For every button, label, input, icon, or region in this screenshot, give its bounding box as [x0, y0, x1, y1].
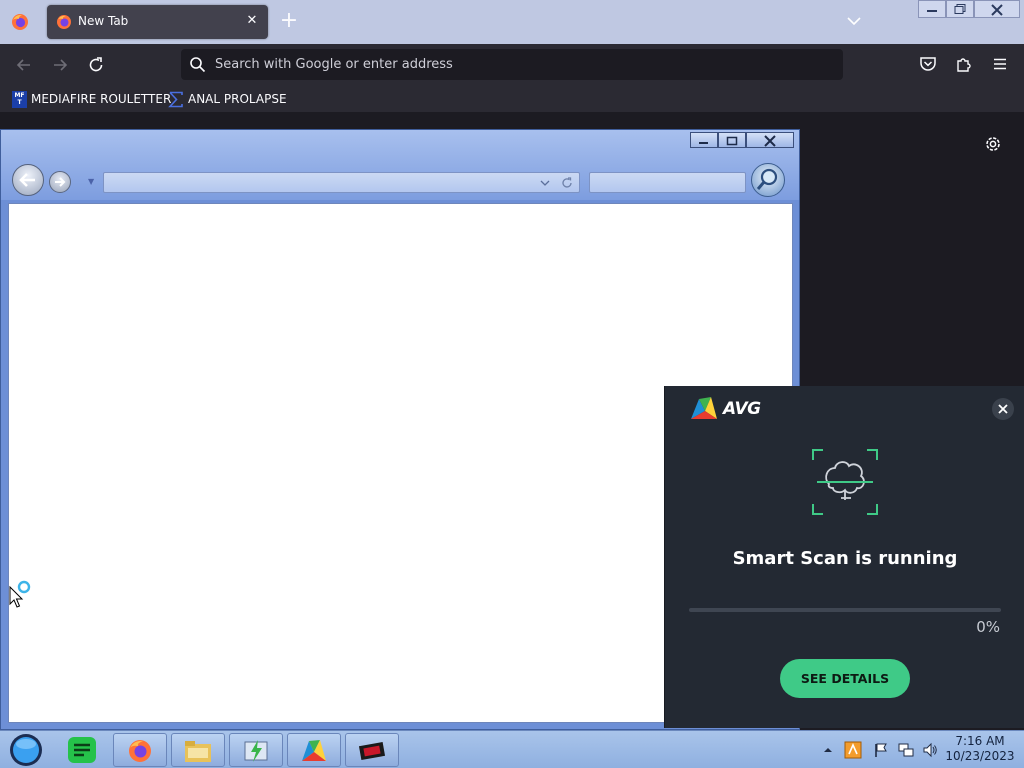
- avg-logo-icon: [691, 397, 717, 419]
- avg-brand: AVG: [723, 399, 761, 419]
- refresh-icon[interactable]: [561, 177, 573, 189]
- restore-button[interactable]: [946, 0, 974, 18]
- clock-date: 10/23/2023: [945, 749, 1015, 763]
- forward-arrow-icon: [55, 177, 66, 187]
- mediafire-icon: MF T: [12, 90, 27, 108]
- avg-logo-icon: [302, 740, 326, 761]
- action-center-flag-icon[interactable]: [873, 742, 889, 758]
- back-arrow-icon[interactable]: [14, 55, 34, 75]
- address-placeholder: Search with Google or enter address: [215, 57, 453, 72]
- ie-back-button[interactable]: [12, 164, 44, 196]
- ie-address-bar[interactable]: [103, 172, 580, 193]
- gear-icon[interactable]: [983, 134, 1003, 154]
- pocket-icon[interactable]: [919, 55, 937, 73]
- ie-forward-button[interactable]: [49, 171, 71, 193]
- navigation-toolbar: Search with Google or enter address: [0, 44, 1024, 86]
- hamburger-menu-icon[interactable]: [991, 55, 1009, 73]
- firefox-icon: [129, 740, 151, 762]
- system-clock[interactable]: 7:16 AM 10/23/2023: [940, 734, 1020, 764]
- chevron-down-icon[interactable]: [540, 179, 550, 187]
- forward-arrow-icon[interactable]: [50, 55, 70, 75]
- bookmark-label: MEDIAFIRE ROULETTER: [31, 92, 172, 106]
- taskbar: 7:16 AM 10/23/2023: [0, 730, 1024, 768]
- taskbar-avg-update[interactable]: [229, 733, 283, 767]
- minimize-button[interactable]: [918, 0, 946, 18]
- show-hidden-icons-icon[interactable]: [820, 742, 836, 758]
- close-icon: [998, 404, 1008, 414]
- magnifier-icon: [756, 168, 778, 190]
- ie-close-button[interactable]: [746, 132, 794, 148]
- ie-maximize-button[interactable]: [718, 132, 746, 148]
- back-arrow-icon: [19, 173, 35, 187]
- scan-progress-percent: 0%: [976, 618, 1000, 636]
- busy-cursor-icon: [9, 580, 31, 608]
- see-details-button[interactable]: SEE DETAILS: [780, 659, 910, 698]
- avg-tray-icon[interactable]: [844, 741, 862, 759]
- close-window-button[interactable]: [974, 0, 1020, 18]
- taskbar-file-explorer[interactable]: [171, 733, 225, 767]
- network-icon[interactable]: [898, 742, 914, 758]
- tab-strip: New Tab ✕ +: [0, 0, 1024, 44]
- bookmark-second[interactable]: ANAL PROLAPSE: [168, 89, 287, 109]
- recent-pages-dropdown-icon[interactable]: ▼: [88, 177, 98, 187]
- avg-logo: AVG: [689, 395, 761, 423]
- search-icon: [190, 57, 206, 73]
- chevron-down-icon[interactable]: [845, 12, 863, 30]
- taskbar-media-app[interactable]: [345, 733, 399, 767]
- bookmark-label: ANAL PROLAPSE: [188, 92, 287, 106]
- folder-icon: [185, 741, 211, 762]
- ie-search-box[interactable]: [589, 172, 746, 193]
- taskbar-avg-antivirus[interactable]: [287, 733, 341, 767]
- extensions-icon[interactable]: [955, 55, 973, 73]
- ie-search-button[interactable]: [751, 163, 785, 197]
- reload-icon[interactable]: [86, 55, 106, 75]
- clock-time: 7:16 AM: [955, 734, 1005, 748]
- bookmarks-toolbar: MF T MEDIAFIRE ROULETTER ANAL PROLAPSE: [0, 86, 1024, 112]
- tab-new-tab[interactable]: New Tab ✕: [47, 5, 268, 39]
- notes-app-icon[interactable]: [66, 735, 98, 765]
- address-bar[interactable]: Search with Google or enter address: [181, 49, 843, 80]
- start-orb-icon[interactable]: [5, 733, 47, 767]
- bookmark-mediafire[interactable]: MF T MEDIAFIRE ROULETTER: [12, 89, 171, 109]
- scan-status-title: Smart Scan is running: [732, 548, 958, 569]
- brain-scan-icon: [812, 449, 878, 515]
- update-icon: [244, 740, 268, 762]
- tab-title: New Tab: [78, 14, 129, 28]
- ie-minimize-button[interactable]: [690, 132, 718, 148]
- firefox-icon: [57, 15, 71, 29]
- volume-icon[interactable]: [922, 742, 938, 758]
- avg-close-button[interactable]: [992, 398, 1014, 420]
- sigma-icon: [168, 91, 183, 107]
- new-tab-button[interactable]: +: [279, 10, 299, 32]
- taskbar-firefox[interactable]: [113, 733, 167, 767]
- media-player-icon: [358, 742, 386, 760]
- scan-progress-bar: [689, 608, 1001, 612]
- firefox-menu-icon[interactable]: [11, 13, 29, 31]
- avg-notification-popup: AVG Smart Scan is running 0% SEE DETAILS: [664, 386, 1024, 728]
- close-tab-icon[interactable]: ✕: [244, 12, 260, 30]
